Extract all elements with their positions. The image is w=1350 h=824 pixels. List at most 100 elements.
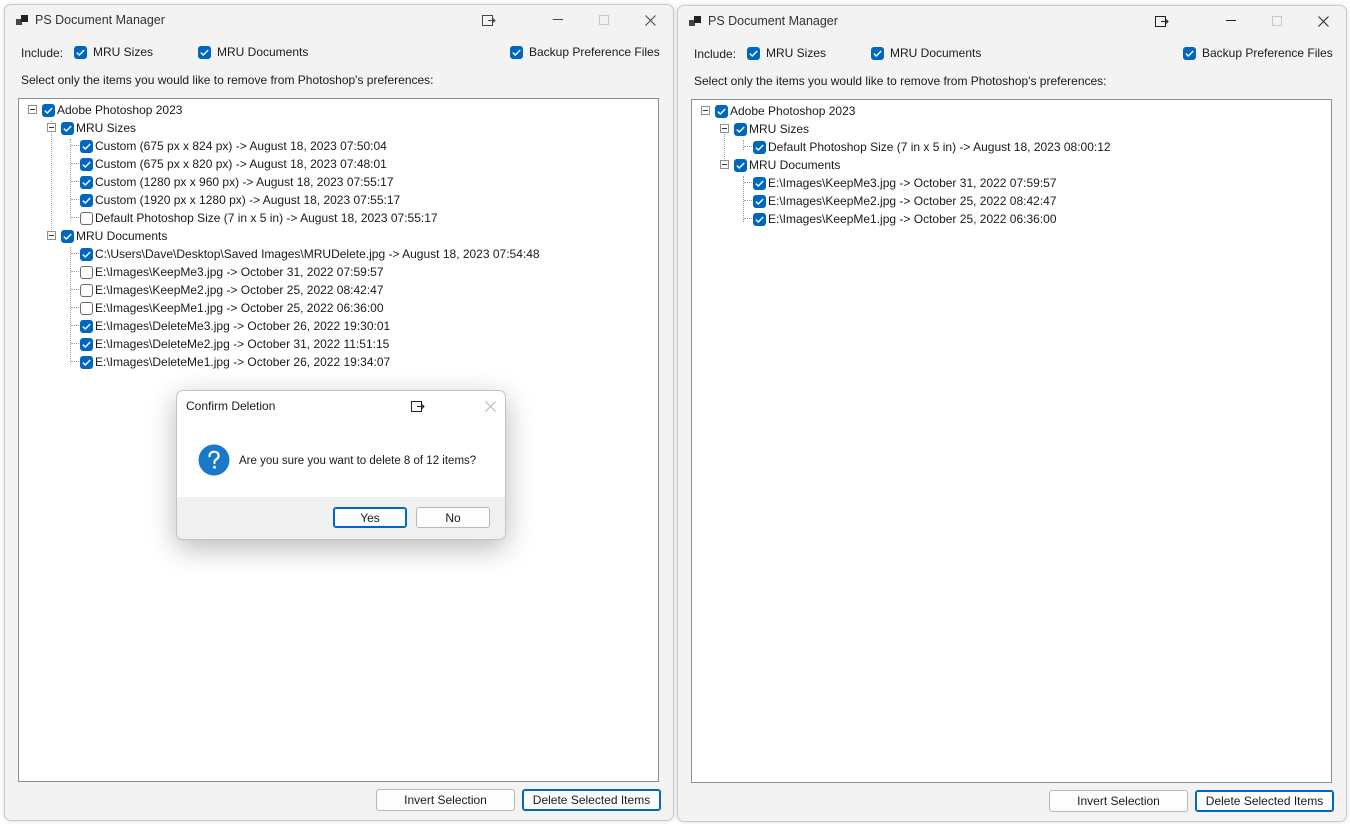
tree-node-label: Adobe Photoshop 2023: [730, 104, 856, 118]
collapse-root-toggle[interactable]: [701, 106, 710, 115]
item-checkbox[interactable]: [753, 140, 766, 154]
item-checkbox[interactable]: [80, 355, 93, 369]
item-checkbox[interactable]: [753, 176, 766, 190]
item-checkbox[interactable]: [80, 175, 93, 189]
item-checkbox[interactable]: [80, 337, 93, 351]
collapse-mru-sizes-toggle[interactable]: [47, 123, 56, 132]
tree-node-label: E:\Images\DeleteMe1.jpg -> October 26, 2…: [95, 355, 391, 369]
snap-layout-button[interactable]: [1139, 6, 1185, 36]
backup-option[interactable]: Backup Preference Files: [1183, 46, 1333, 60]
maximize-icon: [1272, 16, 1282, 26]
tree-node-document[interactable]: E:\Images\KeepMe3.jpg -> October 31, 202…: [753, 174, 1057, 192]
mru-documents-option[interactable]: MRU Documents: [198, 45, 308, 59]
delete-selected-button[interactable]: Delete Selected Items: [1195, 790, 1334, 812]
tree-node-label: Default Photoshop Size (7 in x 5 in) -> …: [768, 140, 1111, 154]
tree-node-size[interactable]: Default Photoshop Size (7 in x 5 in) -> …: [80, 209, 438, 227]
tree-node-size[interactable]: Default Photoshop Size (7 in x 5 in) -> …: [753, 138, 1111, 156]
maximize-button[interactable]: [1254, 6, 1300, 36]
item-checkbox[interactable]: [80, 193, 93, 207]
mru-documents-option[interactable]: MRU Documents: [871, 46, 981, 60]
close-icon: [484, 400, 496, 412]
close-button[interactable]: [627, 5, 673, 35]
tree-node-mru-documents[interactable]: MRU Documents: [734, 156, 840, 174]
mru-documents-checkbox[interactable]: [198, 45, 211, 59]
title-bar[interactable]: PS Document Manager: [5, 5, 673, 35]
item-checkbox[interactable]: [753, 194, 766, 208]
item-checkbox[interactable]: [80, 139, 93, 153]
snap-layout-button[interactable]: [395, 391, 441, 421]
tree-node-document[interactable]: E:\Images\KeepMe1.jpg -> October 25, 202…: [753, 210, 1057, 228]
snap-icon: [411, 400, 425, 412]
tree-node-document[interactable]: E:\Images\DeleteMe2.jpg -> October 31, 2…: [80, 335, 389, 353]
item-checkbox[interactable]: [80, 247, 93, 261]
tree-node-document[interactable]: C:\Users\Dave\Desktop\Saved Images\MRUDe…: [80, 245, 540, 263]
dialog-close-button[interactable]: [467, 391, 505, 421]
tree-node-document[interactable]: E:\Images\KeepMe1.jpg -> October 25, 202…: [80, 299, 384, 317]
invert-selection-button[interactable]: Invert Selection: [376, 789, 515, 811]
minimize-icon: [553, 19, 563, 20]
maximize-icon: [599, 15, 609, 25]
instruction-text: Select only the items you would like to …: [694, 74, 1107, 88]
collapse-mru-documents-toggle[interactable]: [47, 231, 56, 240]
title-bar[interactable]: PS Document Manager: [678, 6, 1346, 36]
snap-layout-button[interactable]: [466, 5, 512, 35]
item-checkbox[interactable]: [80, 157, 93, 171]
tree-node-label: E:\Images\DeleteMe2.jpg -> October 31, 2…: [95, 337, 390, 351]
tree-node-document[interactable]: E:\Images\DeleteMe3.jpg -> October 26, 2…: [80, 317, 390, 335]
mru-sizes-option[interactable]: MRU Sizes: [747, 46, 826, 60]
tree-node-size[interactable]: Custom (675 px x 824 px) -> August 18, 2…: [80, 137, 387, 155]
mru-sizes-group-checkbox[interactable]: [734, 122, 747, 136]
tree-node-mru-sizes[interactable]: MRU Sizes: [61, 119, 136, 137]
tree-node-size[interactable]: Custom (675 px x 820 px) -> August 18, 2…: [80, 155, 387, 173]
tree-node-document[interactable]: E:\Images\KeepMe2.jpg -> October 25, 202…: [753, 192, 1057, 210]
collapse-mru-sizes-toggle[interactable]: [720, 124, 729, 133]
backup-checkbox[interactable]: [510, 45, 523, 59]
mru-sizes-checkbox[interactable]: [74, 45, 87, 59]
yes-button[interactable]: Yes: [333, 507, 407, 528]
tree-node-document[interactable]: E:\Images\KeepMe3.jpg -> October 31, 202…: [80, 263, 384, 281]
tree-node-label: E:\Images\KeepMe1.jpg -> October 25, 202…: [768, 212, 1057, 226]
invert-selection-button[interactable]: Invert Selection: [1049, 790, 1188, 812]
item-checkbox[interactable]: [753, 212, 766, 226]
tree-node-root[interactable]: Adobe Photoshop 2023: [715, 102, 855, 120]
tree-node-document[interactable]: E:\Images\KeepMe2.jpg -> October 25, 202…: [80, 281, 384, 299]
item-checkbox[interactable]: [80, 211, 93, 225]
collapse-root-toggle[interactable]: [28, 105, 37, 114]
tree-node-label: E:\Images\KeepMe2.jpg -> October 25, 202…: [768, 194, 1057, 208]
dialog-title: Confirm Deletion: [186, 399, 276, 413]
tree-node-root[interactable]: Adobe Photoshop 2023: [42, 101, 182, 119]
item-checkbox[interactable]: [80, 283, 93, 297]
delete-selected-button[interactable]: Delete Selected Items: [522, 789, 661, 811]
backup-checkbox[interactable]: [1183, 46, 1196, 60]
root-checkbox[interactable]: [715, 104, 728, 118]
item-checkbox[interactable]: [80, 265, 93, 279]
tree-node-mru-sizes[interactable]: MRU Sizes: [734, 120, 809, 138]
tree-node-size[interactable]: Custom (1280 px x 960 px) -> August 18, …: [80, 173, 394, 191]
mru-sizes-label: MRU Sizes: [766, 46, 827, 60]
minimize-button[interactable]: [535, 5, 581, 35]
tree-node-size[interactable]: Custom (1920 px x 1280 px) -> August 18,…: [80, 191, 400, 209]
item-checkbox[interactable]: [80, 301, 93, 315]
include-label: Include:: [21, 46, 64, 60]
app-icon: [689, 16, 701, 26]
tree-node-document[interactable]: E:\Images\DeleteMe1.jpg -> October 26, 2…: [80, 353, 390, 371]
backup-option[interactable]: Backup Preference Files: [510, 45, 660, 59]
no-button[interactable]: No: [416, 507, 490, 528]
close-button[interactable]: [1300, 6, 1346, 36]
mru-sizes-checkbox[interactable]: [747, 46, 760, 60]
mru-documents-checkbox[interactable]: [871, 46, 884, 60]
preferences-tree[interactable]: Adobe Photoshop 2023 MRU Sizes Default P…: [691, 99, 1332, 783]
minimize-button[interactable]: [1208, 6, 1254, 36]
collapse-mru-documents-toggle[interactable]: [720, 160, 729, 169]
mru-documents-group-checkbox[interactable]: [734, 158, 747, 172]
mru-sizes-group-checkbox[interactable]: [61, 121, 74, 135]
maximize-button[interactable]: [581, 5, 627, 35]
window-title: PS Document Manager: [35, 13, 165, 27]
tree-node-mru-documents[interactable]: MRU Documents: [61, 227, 167, 245]
root-checkbox[interactable]: [42, 103, 55, 117]
item-checkbox[interactable]: [80, 319, 93, 333]
mru-documents-group-checkbox[interactable]: [61, 229, 74, 243]
mru-sizes-option[interactable]: MRU Sizes: [74, 45, 153, 59]
dialog-message: Are you sure you want to delete 8 of 12 …: [239, 455, 477, 467]
tree-node-label: E:\Images\KeepMe2.jpg -> October 25, 202…: [95, 283, 384, 297]
